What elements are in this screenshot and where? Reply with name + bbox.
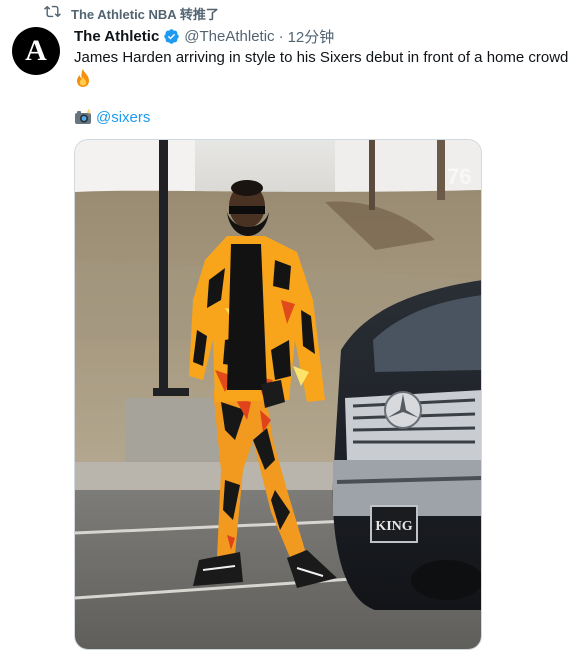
tweet-header: The Athletic @TheAthletic · 12分钟: [74, 26, 334, 46]
separator-dot: ·: [278, 27, 284, 45]
photo-watermark: 76: [447, 164, 471, 189]
mention-link[interactable]: @sixers: [96, 109, 150, 126]
retweet-label[interactable]: The Athletic NBA 转推了: [71, 4, 219, 23]
avatar-letter: A: [25, 34, 47, 67]
plate-text: KING: [375, 519, 412, 534]
camera-flash-icon: [74, 109, 92, 125]
user-handle[interactable]: @TheAthletic: [184, 28, 274, 45]
tweet-photo[interactable]: 76 KING: [74, 139, 482, 650]
tweet-text: James Harden arriving in style to his Si…: [74, 48, 574, 90]
photo-illustration: 76 KING: [75, 140, 481, 649]
display-name[interactable]: The Athletic: [74, 28, 159, 45]
tweet-body: James Harden arriving in style to his Si…: [74, 49, 569, 66]
retweet-header[interactable]: The Athletic NBA 转推了: [44, 4, 219, 22]
mention-row: @sixers: [74, 107, 150, 127]
verified-badge-icon: [163, 28, 180, 45]
avatar[interactable]: A: [12, 27, 60, 75]
retweet-icon: [44, 3, 61, 23]
timestamp[interactable]: 12分钟: [288, 26, 335, 47]
fire-icon: [74, 68, 92, 88]
